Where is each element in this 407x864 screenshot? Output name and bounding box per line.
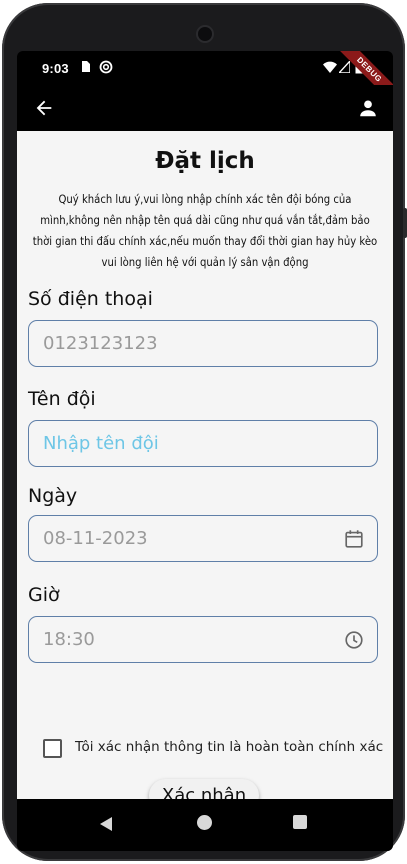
- time-field[interactable]: 18:30: [28, 616, 378, 663]
- confirm-checkbox[interactable]: [43, 739, 62, 758]
- nav-recents-icon[interactable]: [293, 815, 307, 829]
- team-label: Tên đội: [28, 388, 96, 410]
- device-frame: 9:03 DEBUG Đặt lịch Quý khách lưu ý,vui …: [2, 3, 407, 861]
- team-name-input[interactable]: Nhập tên đội: [28, 420, 378, 467]
- signal-icon: [339, 61, 350, 73]
- volume-button: [403, 208, 407, 238]
- notice-text: Quý khách lưu ý,vui lòng nhập chính xác …: [32, 193, 378, 269]
- team-placeholder: Nhập tên đội: [43, 433, 159, 454]
- nav-home-icon[interactable]: [197, 815, 212, 830]
- calendar-icon[interactable]: [343, 528, 365, 550]
- phone-value: 0123123123: [43, 333, 158, 354]
- phone-field[interactable]: 0123123123: [28, 320, 378, 367]
- status-bar: 9:03 DEBUG: [17, 51, 393, 109]
- screen: 9:03 DEBUG Đặt lịch Quý khách lưu ý,vui …: [17, 51, 393, 851]
- date-value: 08-11-2023: [43, 528, 148, 549]
- sim-card-icon: [82, 61, 90, 72]
- wifi-icon: [323, 61, 337, 73]
- status-time: 9:03: [42, 61, 69, 76]
- sync-icon: [99, 60, 113, 74]
- time-label: Giờ: [28, 584, 60, 606]
- clock-icon[interactable]: [343, 629, 365, 651]
- arrow-back-icon[interactable]: [33, 97, 55, 119]
- time-value: 18:30: [43, 629, 95, 650]
- app-bar: [17, 85, 393, 131]
- nav-back-icon[interactable]: [97, 815, 115, 833]
- booking-form: Đặt lịch Quý khách lưu ý,vui lòng nhập c…: [17, 131, 393, 812]
- phone-label: Số điện thoại: [28, 288, 153, 310]
- page-title: Đặt lịch: [155, 148, 255, 174]
- front-camera: [198, 27, 212, 41]
- system-nav-bar: [17, 799, 393, 851]
- confirm-checkbox-label: Tôi xác nhận thông tin là hoàn toàn chín…: [75, 739, 384, 755]
- person-icon[interactable]: [357, 97, 379, 119]
- date-label: Ngày: [28, 485, 78, 507]
- date-field[interactable]: 08-11-2023: [28, 515, 378, 562]
